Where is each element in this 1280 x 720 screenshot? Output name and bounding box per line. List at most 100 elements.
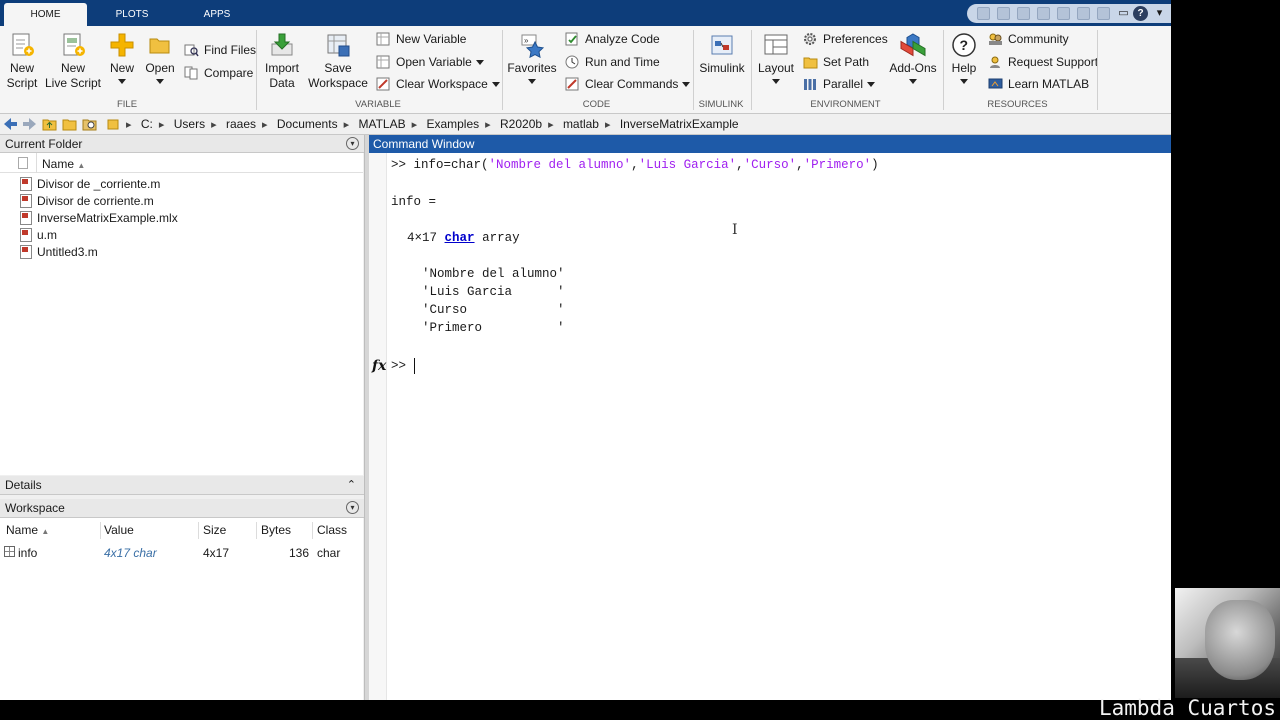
simulink-button[interactable]: Simulink: [697, 26, 747, 76]
breadcrumb-item[interactable]: matlab: [559, 114, 603, 135]
back-icon[interactable]: [3, 117, 18, 131]
webcam-face: [1205, 600, 1275, 680]
breadcrumb-item[interactable]: R2020b: [496, 114, 546, 135]
tab-apps[interactable]: APPS: [182, 3, 252, 26]
chevron-down-icon: [867, 82, 876, 88]
add-ons-button[interactable]: Add-Ons: [887, 26, 939, 84]
paste-icon[interactable]: [1037, 7, 1050, 20]
favorites-button[interactable]: » Favorites: [507, 26, 557, 84]
plus-icon: [110, 33, 134, 57]
chevron-up-icon[interactable]: ⌃: [347, 476, 356, 495]
panel-actions-icon[interactable]: ▾: [346, 137, 359, 150]
command-function: info=char(: [413, 158, 489, 172]
community-label: Community: [1008, 32, 1069, 46]
simulink-group-label: SIMULINK: [698, 99, 744, 110]
layout-button[interactable]: Layout: [756, 26, 796, 84]
ws-class-header[interactable]: Class: [317, 523, 347, 537]
breadcrumb-separator: ▸: [604, 119, 611, 131]
group-separator: [751, 30, 752, 110]
sort-ascending-icon: ▲: [41, 527, 50, 536]
ws-bytes-header[interactable]: Bytes: [261, 523, 291, 537]
copy-icon[interactable]: [1017, 7, 1030, 20]
save-workspace-button[interactable]: Save Workspace: [307, 26, 369, 91]
breadcrumb-item[interactable]: MATLAB: [354, 114, 409, 135]
chevron-down-icon: [960, 79, 968, 84]
ws-value-header[interactable]: Value: [104, 523, 134, 537]
up-folder-icon[interactable]: [42, 117, 57, 131]
minimize-toolstrip-icon[interactable]: ▭: [1115, 5, 1132, 22]
compare-button[interactable]: Compare: [184, 63, 253, 83]
clear-commands-button[interactable]: Clear Commands: [565, 74, 691, 94]
new-script-button[interactable]: New Script: [2, 26, 42, 91]
find-files-button[interactable]: Find Files: [184, 40, 256, 60]
panel-actions-icon[interactable]: ▾: [346, 501, 359, 514]
analyze-code-label: Analyze Code: [585, 32, 660, 46]
find-files-icon: [184, 44, 199, 57]
forward-icon[interactable]: [22, 117, 37, 131]
new-variable-button[interactable]: New Variable: [376, 29, 466, 49]
cut-icon[interactable]: [997, 7, 1010, 20]
new-live-script-button[interactable]: New Live Script: [44, 26, 102, 91]
name-column-header[interactable]: Name ▲: [42, 157, 85, 171]
ws-name-label: Name: [6, 523, 39, 537]
resources-group-label: RESOURCES: [987, 99, 1048, 110]
webcam-overlay: [1175, 588, 1280, 698]
chevron-down-icon: [909, 79, 917, 84]
learn-matlab-button[interactable]: Learn MATLAB: [988, 74, 1089, 94]
analyze-code-button[interactable]: Analyze Code: [565, 29, 660, 49]
breadcrumb-item[interactable]: Documents: [273, 114, 342, 135]
undo-icon[interactable]: [1057, 7, 1070, 20]
clear-commands-icon: [565, 77, 579, 91]
redo-icon[interactable]: [1077, 7, 1090, 20]
new-live-script-icon: [63, 33, 85, 56]
switch-windows-icon[interactable]: [1097, 7, 1110, 20]
ws-name-header[interactable]: Name ▲: [6, 523, 49, 537]
mouse-ibeam-cursor: I: [732, 222, 738, 238]
workspace-title-bar: Workspace ▾: [0, 499, 364, 518]
run-and-time-label: Run and Time: [585, 55, 660, 69]
add-ons-label: Add-Ons: [889, 61, 937, 75]
run-and-time-button[interactable]: Run and Time: [565, 52, 660, 72]
code-group-label: CODE: [582, 99, 611, 110]
current-folder-list: Name ▲ Divisor de _corriente.m Divisor d…: [0, 153, 363, 475]
char-link[interactable]: char: [445, 231, 475, 245]
command-window[interactable]: >> info=char('Nombre del alumno','Luis G…: [369, 153, 1171, 700]
folder-history-icon[interactable]: [82, 117, 97, 131]
ws-size-header[interactable]: Size: [203, 523, 226, 537]
community-icon: [989, 33, 1002, 45]
parallel-button[interactable]: Parallel: [803, 74, 876, 94]
set-path-button[interactable]: Set Path: [803, 52, 869, 72]
favorites-icon: »: [521, 34, 545, 58]
function-browser-icon[interactable]: fx: [372, 358, 386, 374]
import-data-button[interactable]: Import Data: [260, 26, 304, 91]
new-button[interactable]: New: [106, 26, 138, 84]
string-literal: 'Luis Garcia': [638, 158, 737, 172]
open-variable-button[interactable]: Open Variable: [376, 52, 484, 72]
tab-home[interactable]: HOME: [4, 3, 87, 26]
file-group-label: FILE: [116, 99, 138, 110]
community-button[interactable]: Community: [988, 29, 1069, 49]
request-support-button[interactable]: Request Support: [988, 52, 1098, 72]
browse-folder-icon[interactable]: [62, 117, 77, 131]
help-icon[interactable]: ?: [1133, 6, 1148, 21]
details-title-bar[interactable]: Details ⌃: [0, 476, 364, 495]
tab-plots[interactable]: PLOTS: [97, 3, 167, 26]
help-button[interactable]: ? Help: [948, 26, 980, 84]
breadcrumb-item[interactable]: raaes: [222, 114, 260, 135]
preferences-button[interactable]: Preferences: [803, 29, 888, 49]
breadcrumb-item[interactable]: InverseMatrixExample: [616, 114, 743, 135]
breadcrumb-item[interactable]: Users: [170, 114, 209, 135]
new-script-icon: [12, 33, 34, 56]
save-icon[interactable]: [977, 7, 990, 20]
parallel-label: Parallel: [823, 77, 864, 91]
chevron-down-icon[interactable]: ▾: [1151, 5, 1168, 22]
quick-access-toolbar: ▭ ? ▾: [967, 4, 1171, 23]
find-files-label: Find Files: [204, 43, 257, 57]
breadcrumb-item[interactable]: Examples: [422, 114, 483, 135]
clear-workspace-button[interactable]: Clear Workspace: [376, 74, 500, 94]
breadcrumb-item[interactable]: C:: [137, 114, 157, 135]
column-separator: [312, 522, 313, 539]
set-path-icon: [803, 57, 818, 69]
open-button[interactable]: Open: [143, 26, 177, 84]
string-literal: 'Primero': [803, 158, 872, 172]
